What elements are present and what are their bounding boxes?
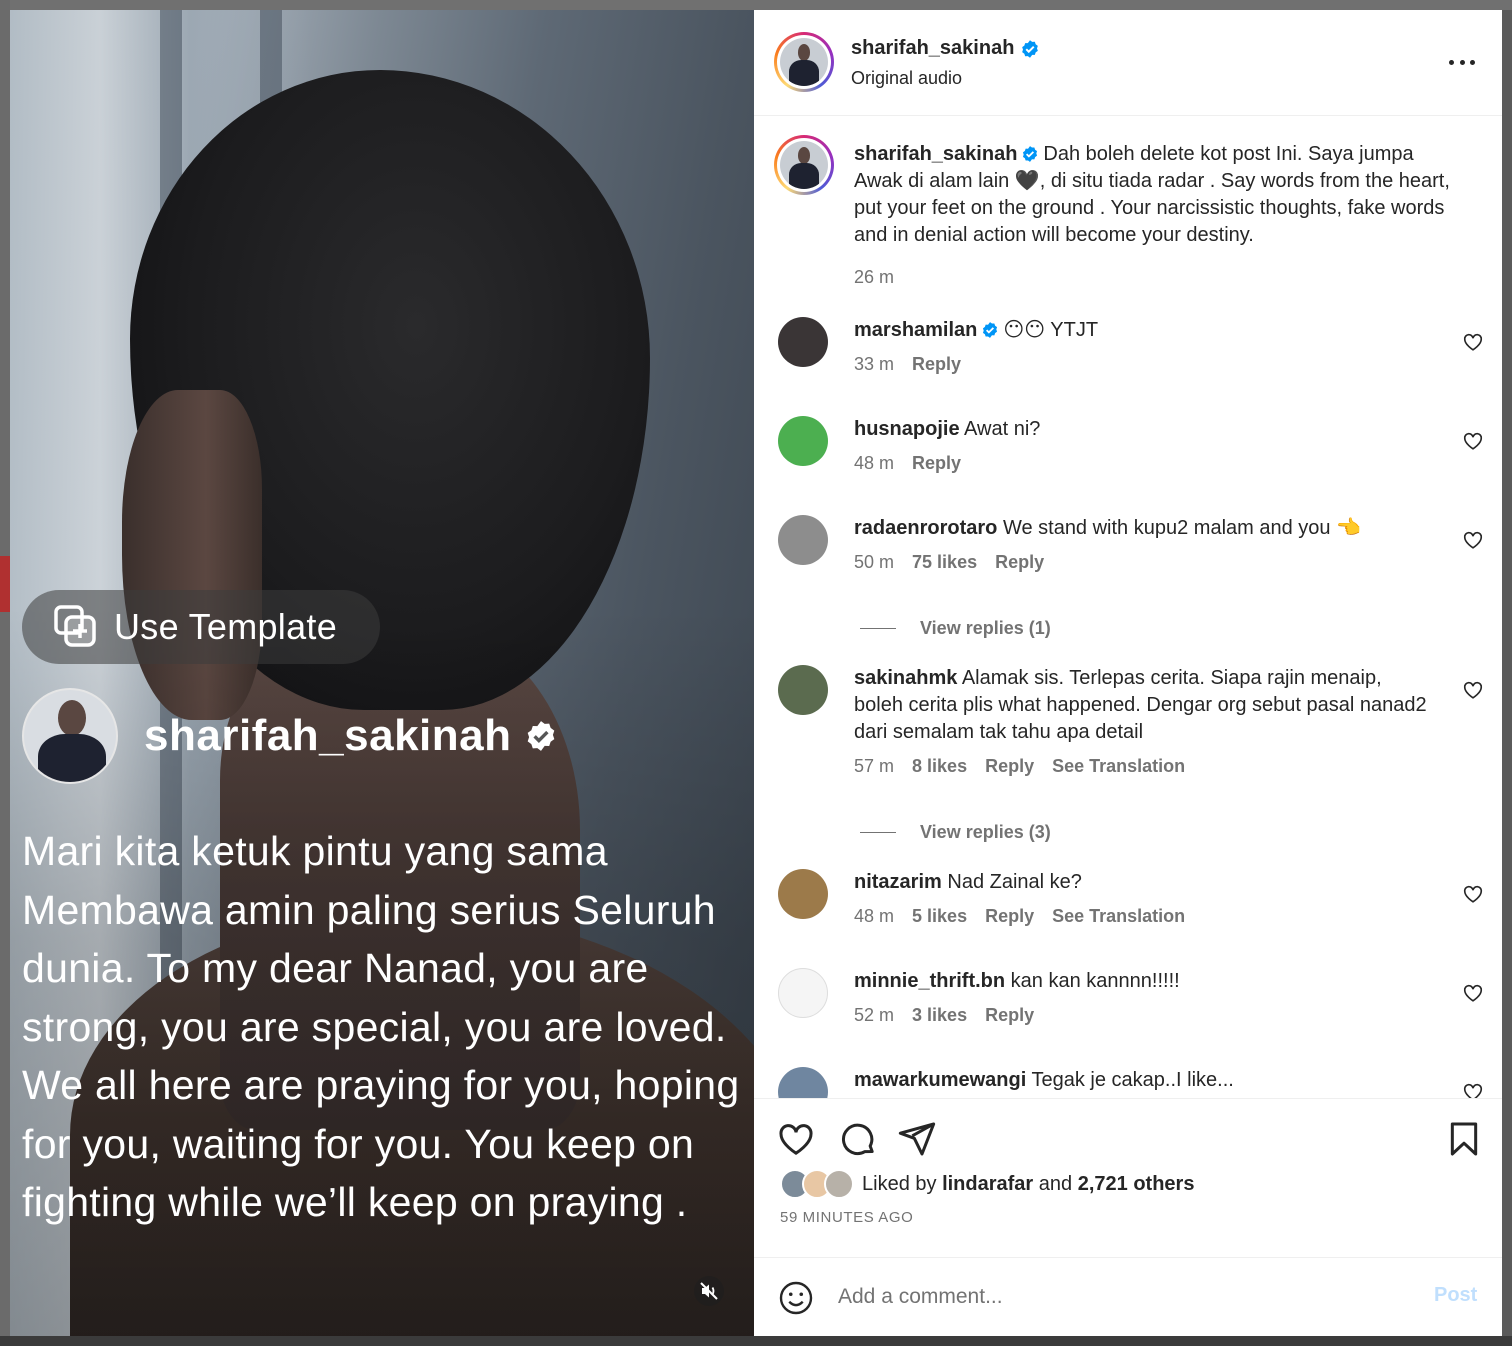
muted-speaker-icon[interactable] xyxy=(694,1276,724,1306)
like-comment-heart-icon[interactable] xyxy=(1462,883,1484,905)
comment-timestamp: 52 m xyxy=(854,1005,895,1025)
like-comment-heart-icon[interactable] xyxy=(1462,679,1484,701)
template-icon xyxy=(54,605,96,647)
comment-likes[interactable]: 8 likes xyxy=(912,756,967,777)
comment-username[interactable]: radaenrorotaro xyxy=(854,517,997,539)
add-comment-bar: Post xyxy=(754,1257,1502,1336)
reply-button[interactable]: Reply xyxy=(995,552,1044,573)
bookmark-icon[interactable] xyxy=(1444,1119,1484,1159)
comment-likes[interactable]: 5 likes xyxy=(912,906,967,927)
avatar[interactable] xyxy=(778,416,828,466)
comment-icon[interactable] xyxy=(838,1119,878,1159)
video-overlay-user: sharifah_sakinah xyxy=(22,688,558,784)
comment-timestamp: 33 m xyxy=(854,354,895,374)
liker-avatars xyxy=(780,1169,854,1199)
like-comment-heart-icon[interactable] xyxy=(1462,331,1484,353)
liked-by-joiner: and xyxy=(1038,1172,1073,1195)
divider xyxy=(860,628,896,629)
header-username[interactable]: sharifah_sakinah xyxy=(851,37,1014,60)
comment-likes[interactable]: 3 likes xyxy=(912,1005,967,1026)
heart-icon[interactable] xyxy=(776,1119,816,1159)
reply-button[interactable]: Reply xyxy=(985,1005,1034,1026)
avatar[interactable] xyxy=(778,317,828,367)
comment-timestamp: 57 m xyxy=(854,756,895,776)
comment-timestamp: 48 m xyxy=(854,906,895,926)
avatar xyxy=(824,1169,854,1199)
liked-by-prefix: Liked by xyxy=(862,1172,937,1195)
comment-text: Nad Zainal ke? xyxy=(947,871,1082,893)
caption-username[interactable]: sharifah_sakinah xyxy=(854,143,1017,165)
avatar xyxy=(22,688,118,784)
avatar[interactable] xyxy=(774,32,834,92)
backdrop-left xyxy=(0,0,10,1346)
post-button[interactable]: Post xyxy=(1434,1284,1477,1307)
verified-icon xyxy=(527,721,554,751)
caption-timestamp: 26 m xyxy=(854,267,895,287)
comment-text: We stand with kupu2 malam and you 👈 xyxy=(1002,517,1361,539)
avatar[interactable] xyxy=(778,515,828,565)
comment-timestamp: 50 m xyxy=(854,552,895,572)
comment-text: 😶😶 YTJT xyxy=(1003,319,1099,341)
like-comment-heart-icon[interactable] xyxy=(1462,529,1484,551)
comment-username[interactable]: husnapojie xyxy=(854,418,960,440)
use-template-label: Use Template xyxy=(114,606,338,647)
view-replies-button[interactable]: View replies (1) xyxy=(860,618,1051,639)
comment-username[interactable]: nitazarim xyxy=(854,871,942,893)
share-icon[interactable] xyxy=(897,1119,937,1159)
like-comment-heart-icon[interactable] xyxy=(1462,430,1484,452)
like-comment-heart-icon[interactable] xyxy=(1462,982,1484,1004)
comment-input[interactable] xyxy=(838,1276,1398,1318)
backdrop xyxy=(0,0,1512,10)
avatar[interactable] xyxy=(778,1067,828,1098)
comment-text: Awat ni? xyxy=(964,418,1041,440)
more-options-icon[interactable] xyxy=(1444,50,1480,74)
liked-by-summary[interactable]: Liked by lindarafar and 2,721 others xyxy=(780,1169,1194,1199)
comment-username[interactable]: marshamilan xyxy=(854,319,977,341)
verified-icon xyxy=(983,322,998,338)
avatar[interactable] xyxy=(778,968,828,1018)
reply-button[interactable]: Reply xyxy=(912,453,961,474)
comment-timestamp: 48 m xyxy=(854,453,895,473)
emoji-icon[interactable] xyxy=(778,1280,814,1316)
comment-likes[interactable]: 75 likes xyxy=(912,552,977,573)
like-comment-heart-icon[interactable] xyxy=(1462,1081,1484,1098)
backdrop-tab xyxy=(0,556,10,612)
post-header: sharifah_sakinah Original audio xyxy=(754,10,1502,116)
likes-count[interactable]: 2,721 others xyxy=(1078,1173,1195,1196)
divider xyxy=(860,832,896,833)
audio-label[interactable]: Original audio xyxy=(851,68,962,89)
view-replies-label: View replies (3) xyxy=(920,822,1051,842)
avatar[interactable] xyxy=(774,135,834,195)
avatar[interactable] xyxy=(778,869,828,919)
see-translation-button[interactable]: See Translation xyxy=(1052,756,1185,777)
view-replies-button[interactable]: View replies (3) xyxy=(860,822,1051,843)
overlay-username: sharifah_sakinah xyxy=(144,711,512,760)
verified-icon xyxy=(1023,146,1038,162)
post-caption: sharifah_sakinah Dah boleh delete kot pos… xyxy=(854,141,1464,249)
use-template-button[interactable]: Use Template xyxy=(22,590,380,664)
comment-username[interactable]: minnie_thrift.bn xyxy=(854,970,1005,992)
liked-by-user[interactable]: lindarafar xyxy=(942,1173,1033,1196)
video-caption-text: Mari kita ketuk pintu yang sama Membawa … xyxy=(22,828,740,1225)
post-panel: sharifah_sakinah Original audio sharifah… xyxy=(754,10,1502,1336)
reply-button[interactable]: Reply xyxy=(985,756,1034,777)
comment-text: kan kan kannnn!!!!! xyxy=(1010,970,1180,992)
comment-username[interactable]: mawarkumewangi xyxy=(854,1069,1026,1091)
post-actions: Liked by lindarafar and 2,721 others 59 … xyxy=(754,1098,1502,1258)
post-timestamp: 59 MINUTES AGO xyxy=(780,1209,914,1226)
comment-username[interactable]: sakinahmk xyxy=(854,667,957,689)
reply-button[interactable]: Reply xyxy=(985,906,1034,927)
reply-button[interactable]: Reply xyxy=(912,354,961,375)
see-translation-button[interactable]: See Translation xyxy=(1052,906,1185,927)
verified-icon xyxy=(1022,39,1039,58)
comment-text: Tegak je cakap..I like... xyxy=(1031,1069,1234,1091)
backdrop-bottom xyxy=(0,1336,1512,1346)
reel-video[interactable]: Use Template sharifah_sakinah Mari kita … xyxy=(10,10,754,1336)
comments-list[interactable]: sharifah_sakinah Dah boleh delete kot pos… xyxy=(754,117,1502,1098)
avatar[interactable] xyxy=(778,665,828,715)
view-replies-label: View replies (1) xyxy=(920,618,1051,638)
